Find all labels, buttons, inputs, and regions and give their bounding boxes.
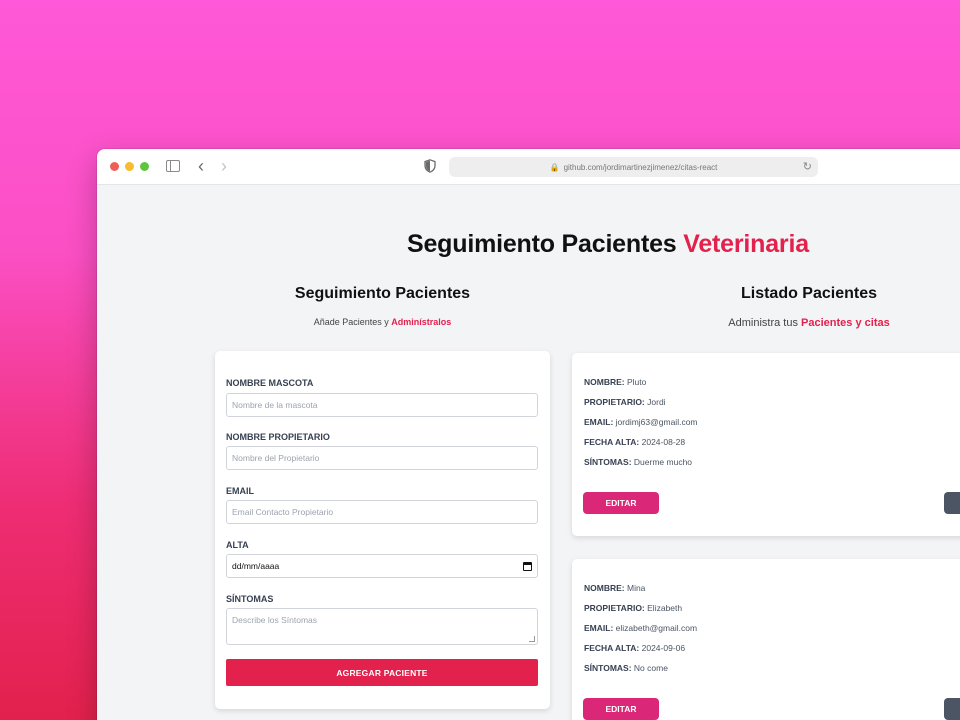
alta-date-input[interactable]: dd/mm/aaaa [226, 554, 538, 578]
eliminar-button[interactable] [944, 698, 960, 720]
propietario-key: PROPIETARIO: [584, 603, 645, 613]
sintomas-label: SÍNTOMAS [226, 594, 274, 604]
patient-email-row: EMAIL: elizabeth@gmail.com [584, 623, 697, 633]
form-heading: Seguimiento Pacientes [294, 285, 471, 302]
form-subheading-accent: Adminístralos [391, 317, 452, 327]
minimize-window-button[interactable] [125, 162, 134, 171]
sintomas-value: No come [633, 663, 668, 673]
browser-window: ‹ › 🔒 github.com/jordimartinezjimenez/ci… [97, 149, 960, 720]
fecha-key: FECHA ALTA: [584, 437, 640, 447]
propietario-key: PROPIETARIO: [584, 397, 645, 407]
editar-button[interactable]: EDITAR [583, 492, 659, 514]
close-window-button[interactable] [110, 162, 119, 171]
eliminar-button[interactable] [944, 492, 960, 514]
forward-arrow-icon[interactable]: › [221, 156, 227, 176]
back-arrow-icon[interactable]: ‹ [198, 156, 204, 176]
email-key: EMAIL: [584, 417, 614, 427]
fecha-key: FECHA ALTA: [584, 643, 640, 653]
propietario-value: Jordi [647, 397, 666, 407]
nombre-value: Pluto [626, 377, 647, 387]
form-subheading: Añade Pacientes y Adminístralos [215, 317, 550, 327]
browser-toolbar: ‹ › 🔒 github.com/jordimartinezjimenez/ci… [97, 149, 960, 185]
nombre-key: NOMBRE: [584, 583, 625, 593]
patient-card: NOMBRE: Mina PROPIETARIO: Elizabeth EMAI… [572, 559, 960, 720]
mascota-input[interactable]: Nombre de la mascota [226, 393, 538, 417]
patient-form: NOMBRE MASCOTA Nombre de la mascota NOMB… [215, 351, 550, 709]
fecha-value: 2024-09-06 [641, 643, 686, 653]
sidebar-toggle-icon[interactable] [166, 160, 180, 172]
title-main-text: Seguimiento Pacientes [407, 230, 677, 258]
patient-card: NOMBRE: Pluto PROPIETARIO: Jordi EMAIL: … [572, 353, 960, 536]
editar-button[interactable]: EDITAR [583, 698, 659, 720]
list-subheading: Administra tus Pacientes y citas [689, 317, 929, 329]
maximize-window-button[interactable] [140, 162, 149, 171]
patient-email-row: EMAIL: jordimj63@gmail.com [584, 417, 698, 427]
list-heading: Listado Pacientes [740, 285, 878, 302]
propietario-value: Elizabeth [647, 603, 683, 613]
url-text: github.com/jordimartinezjimenez/citas-re… [563, 162, 718, 172]
list-subheading-accent: Pacientes y citas [801, 317, 890, 329]
mascota-placeholder: Nombre de la mascota [232, 400, 318, 410]
nombre-value: Mina [626, 583, 646, 593]
email-placeholder: Email Contacto Propietario [232, 507, 334, 517]
sintomas-key: SÍNTOMAS: [584, 663, 632, 673]
address-bar[interactable]: 🔒 github.com/jordimartinezjimenez/citas-… [449, 157, 818, 177]
fecha-value: 2024-08-28 [641, 437, 686, 447]
patient-sintomas-row: SÍNTOMAS: No come [584, 663, 668, 673]
sintomas-key: SÍNTOMAS: [584, 457, 632, 467]
form-subheading-prefix: Añade Pacientes y [313, 317, 389, 327]
sintomas-placeholder: Describe los Síntomas [232, 615, 318, 625]
reload-icon[interactable]: ↻ [803, 160, 812, 173]
sintomas-value: Duerme mucho [633, 457, 693, 467]
email-label: EMAIL [226, 486, 254, 496]
propietario-label: NOMBRE PROPIETARIO [226, 432, 330, 442]
calendar-icon[interactable] [523, 561, 532, 571]
email-value: elizabeth@gmail.com [615, 623, 698, 633]
patient-propietario-row: PROPIETARIO: Jordi [584, 397, 666, 407]
patient-sintomas-row: SÍNTOMAS: Duerme mucho [584, 457, 692, 467]
lock-icon: 🔒 [549, 162, 560, 172]
sintomas-textarea[interactable]: Describe los Síntomas [226, 608, 538, 645]
propietario-input[interactable]: Nombre del Propietario [226, 446, 538, 470]
patient-fecha-row: FECHA ALTA: 2024-08-28 [584, 437, 685, 447]
patient-nombre-row: NOMBRE: Pluto [584, 377, 646, 387]
page-title: Seguimiento Pacientes Veterinaria [407, 230, 960, 259]
patient-fecha-row: FECHA ALTA: 2024-09-06 [584, 643, 685, 653]
mascota-label: NOMBRE MASCOTA [226, 378, 314, 388]
patient-nombre-row: NOMBRE: Mina [584, 583, 645, 593]
email-value: jordimj63@gmail.com [615, 417, 698, 427]
patient-propietario-row: PROPIETARIO: Elizabeth [584, 603, 682, 613]
email-input[interactable]: Email Contacto Propietario [226, 500, 538, 524]
resize-handle-icon[interactable] [529, 636, 535, 642]
email-key: EMAIL: [584, 623, 614, 633]
list-subheading-prefix: Administra tus [728, 317, 798, 329]
nombre-key: NOMBRE: [584, 377, 625, 387]
shield-icon[interactable] [424, 159, 436, 173]
title-accent-text: Veterinaria [683, 230, 809, 258]
alta-date-value: dd/mm/aaaa [232, 561, 280, 571]
alta-label: ALTA [226, 540, 249, 550]
agregar-paciente-button[interactable]: AGREGAR PACIENTE [226, 659, 538, 686]
propietario-placeholder: Nombre del Propietario [232, 453, 320, 463]
